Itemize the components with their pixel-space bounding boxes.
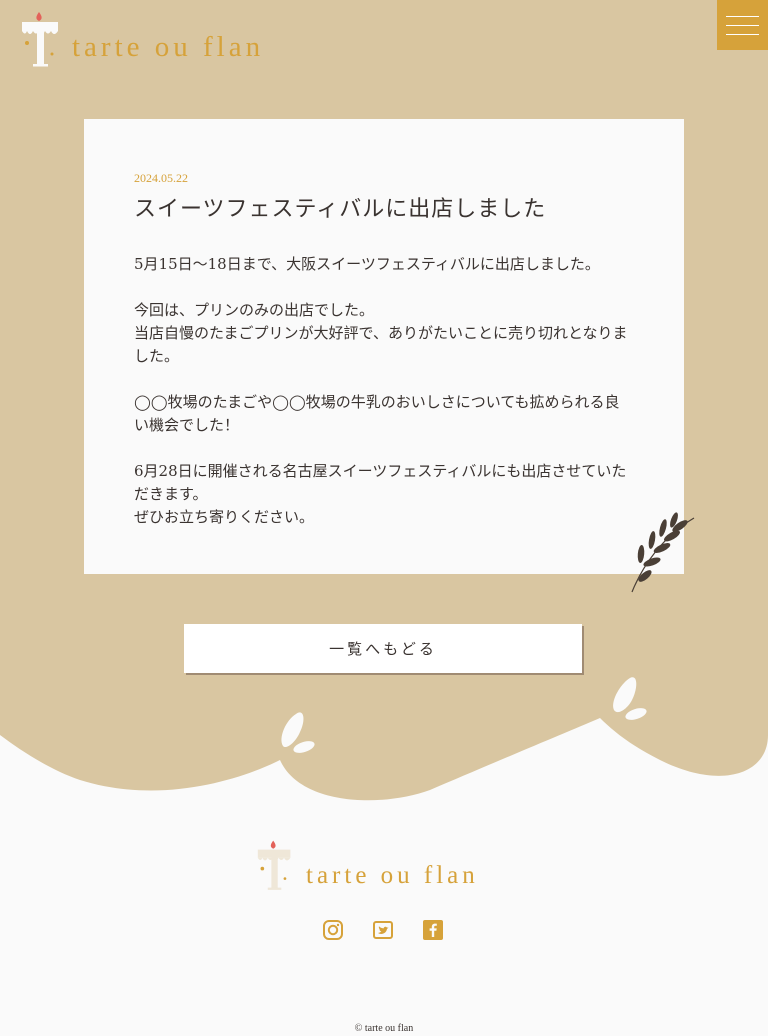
post-paragraph: ◯◯牧場のたまごや◯◯牧場の牛乳のおいしさについても拡められる良い機会でした！: [134, 393, 620, 434]
header-logo[interactable]: tarte ou flan: [20, 10, 264, 68]
twitter-icon[interactable]: [372, 919, 394, 941]
post-paragraph: 今回は、プリンのみの出店でした。 当店自慢のたまごプリンが大好評で、ありがたいこ…: [134, 301, 628, 365]
facebook-icon[interactable]: [422, 919, 444, 941]
post-paragraph: 6月28日に開催される名古屋スイーツフェスティバルにも出店させていただきます。 …: [134, 462, 627, 526]
tart-logo-icon: [257, 840, 291, 890]
post-body: 5月15日〜18日まで、大阪スイーツフェスティバルに出店しました。 今回は、プリ…: [134, 253, 634, 552]
copyright: © tarte ou flan: [354, 1023, 414, 1034]
news-article-card: 2024.05.22 スイーツフェスティバルに出店しました 5月15日〜18日ま…: [84, 119, 684, 574]
menu-line: [726, 24, 759, 26]
hamburger-menu-button[interactable]: [717, 0, 768, 50]
leaf-branch-icon: [631, 512, 695, 593]
tart-logo-icon: [22, 12, 58, 67]
logo-text: tarte ou flan: [72, 31, 265, 63]
menu-line: [726, 33, 759, 35]
menu-line: [726, 15, 759, 17]
back-to-list-button[interactable]: 一覧へもどる: [184, 624, 582, 673]
post-paragraph: 5月15日〜18日まで、大阪スイーツフェスティバルに出店しました。: [134, 255, 600, 273]
logo-text: tarte ou flan: [306, 862, 479, 889]
footer-logo[interactable]: tarte ou flan: [256, 838, 479, 892]
social-links: [322, 919, 444, 941]
post-date: 2024.05.22: [134, 171, 188, 185]
instagram-icon[interactable]: [322, 919, 344, 941]
post-title: スイーツフェスティバルに出店しました: [134, 197, 547, 222]
